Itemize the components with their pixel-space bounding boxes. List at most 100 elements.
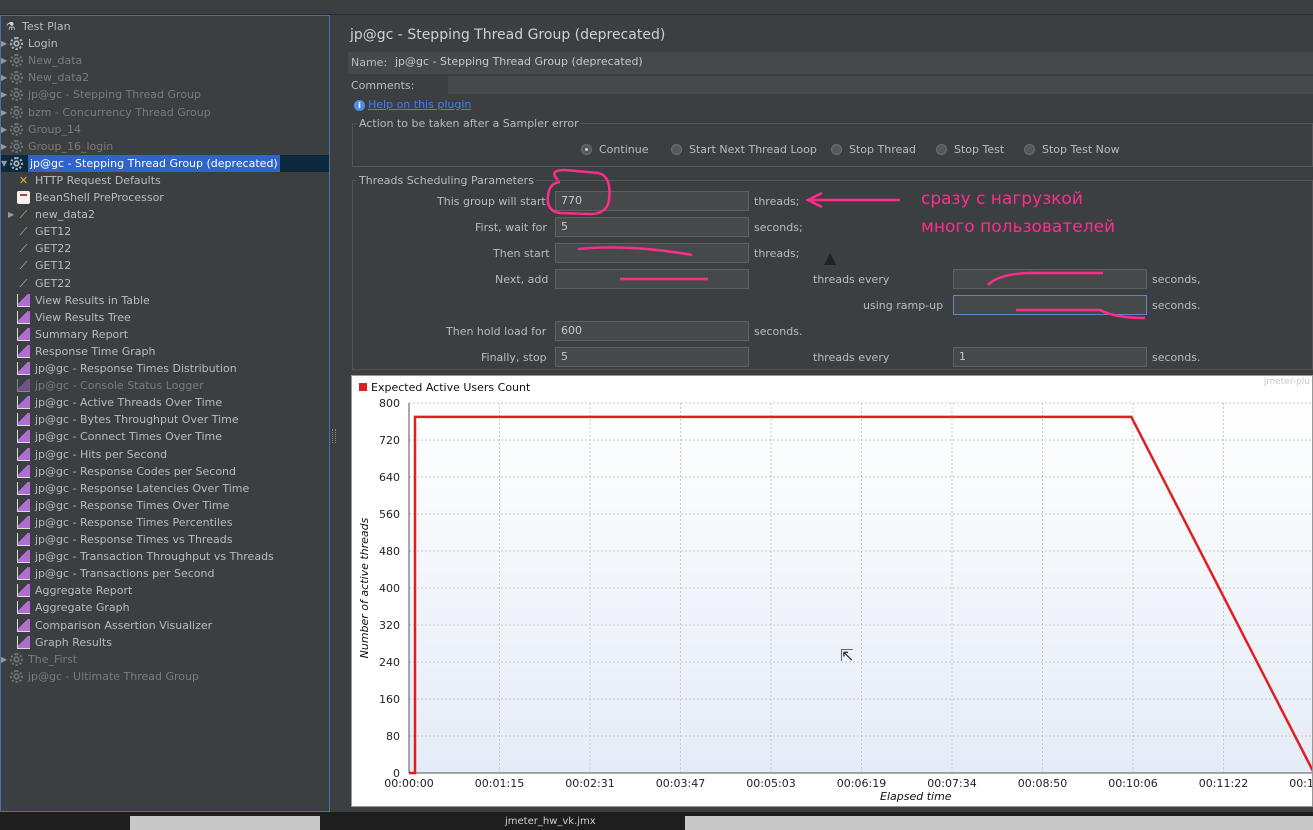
tree-item[interactable]: jp@gc - Console Status Logger bbox=[1, 377, 329, 394]
gear-icon bbox=[10, 88, 23, 102]
tree-item[interactable]: jp@gc - Ultimate Thread Group bbox=[1, 668, 329, 685]
collapsed-arrow-icon[interactable]: ▶ bbox=[1, 35, 7, 52]
tree-item[interactable]: ▶ Group_14 bbox=[1, 121, 329, 138]
radio-start-next-thread-loop[interactable] bbox=[671, 144, 682, 155]
tree-item[interactable]: ▶ Login bbox=[1, 35, 329, 52]
panel-title: jp@gc - Stepping Thread Group (deprecate… bbox=[350, 27, 666, 43]
test-plan-tree[interactable]: ⚗ Test Plan ▶ Login ▶ New_data ▶ New_data2 ▶ jp@g… bbox=[0, 15, 330, 812]
help-link[interactable]: Help on this plugin bbox=[368, 98, 471, 111]
tree-item[interactable]: jp@gc - Hits per Second bbox=[1, 446, 329, 463]
start-threads-input[interactable]: 770 bbox=[555, 191, 749, 211]
tree-item[interactable]: jp@gc - Response Times Percentiles bbox=[1, 514, 329, 531]
rampup-label: using ramp-up bbox=[863, 299, 944, 312]
radio-stop-thread[interactable] bbox=[831, 144, 842, 155]
hold-input[interactable]: 600 bbox=[555, 321, 749, 341]
radio-label[interactable]: Stop Thread bbox=[849, 143, 916, 156]
tree-item[interactable]: ⟋ GET22 bbox=[1, 275, 329, 292]
collapsed-arrow-icon[interactable]: ▶ bbox=[1, 138, 7, 155]
collapsed-arrow-icon[interactable]: ▶ bbox=[1, 104, 7, 121]
first-wait-label: First, wait for bbox=[475, 221, 547, 234]
tree-item-label: View Results Tree bbox=[35, 310, 131, 324]
tree-item[interactable]: jp@gc - Connect Times Over Time bbox=[1, 428, 329, 445]
tree-item[interactable]: Comparison Assertion Visualizer bbox=[1, 617, 329, 634]
radio-stop-test[interactable] bbox=[936, 144, 947, 155]
tree-item[interactable]: jp@gc - Bytes Throughput Over Time bbox=[1, 411, 329, 428]
collapsed-arrow-icon[interactable]: ▶ bbox=[1, 651, 7, 668]
expanded-arrow-icon[interactable]: ▼ bbox=[1, 155, 7, 172]
tree-item[interactable]: ⟋ GET22 bbox=[1, 240, 329, 257]
flask-icon: ⚗ bbox=[5, 20, 16, 33]
tree-item[interactable]: Aggregate Graph bbox=[1, 599, 329, 616]
tree-item[interactable]: ▶ The_First bbox=[1, 651, 329, 668]
tree-item[interactable]: jp@gc - Response Times vs Threads bbox=[1, 531, 329, 548]
radio-continue[interactable] bbox=[581, 144, 592, 155]
y-tick-label: 400 bbox=[379, 582, 400, 595]
tree-item[interactable]: jp@gc - Response Latencies Over Time bbox=[1, 480, 329, 497]
tree-item[interactable]: ▶ bzm - Concurrency Thread Group bbox=[1, 104, 329, 121]
tree-item[interactable]: ⟋ GET12 bbox=[1, 257, 329, 274]
tree-item[interactable]: ▶ Group_16_login bbox=[1, 138, 329, 155]
tree-item[interactable]: Aggregate Report bbox=[1, 582, 329, 599]
rampup-input[interactable] bbox=[953, 295, 1147, 315]
tree-item-label: Comparison Assertion Visualizer bbox=[35, 618, 213, 632]
tree-item[interactable]: Response Time Graph bbox=[1, 343, 329, 360]
taskbar-segment bbox=[130, 816, 320, 830]
tree-item[interactable]: ⟋ GET12 bbox=[1, 223, 329, 240]
finally-input[interactable]: 5 bbox=[555, 347, 749, 367]
next-add-every-input[interactable] bbox=[953, 269, 1147, 289]
tree-item-label: new_data2 bbox=[35, 208, 96, 222]
tree-item[interactable]: Summary Report bbox=[1, 326, 329, 343]
tree-item[interactable]: Graph Results bbox=[1, 634, 329, 651]
tree-item[interactable]: ▶ ⟋ new_data2 bbox=[1, 206, 329, 223]
tree-item[interactable]: BeanShell PreProcessor bbox=[1, 189, 329, 206]
radio-label[interactable]: Continue bbox=[599, 143, 648, 156]
collapsed-arrow-icon[interactable]: ▶ bbox=[1, 69, 7, 86]
y-tick-label: 320 bbox=[379, 619, 400, 632]
chart-svg: 08016024032040048056064072080000:00:00 00… bbox=[358, 377, 1312, 803]
tree-item-label: Group_16_login bbox=[28, 139, 114, 153]
radio-label[interactable]: Start Next Thread Loop bbox=[689, 143, 817, 156]
radio-label[interactable]: Stop Test bbox=[954, 143, 1004, 156]
tree-item[interactable]: ✕ HTTP Request Defaults bbox=[1, 172, 329, 189]
tree-item[interactable]: jp@gc - Active Threads Over Time bbox=[1, 394, 329, 411]
graph-icon bbox=[17, 635, 30, 649]
tree-item[interactable]: View Results in Table bbox=[1, 292, 329, 309]
radio-stop-test-now[interactable] bbox=[1024, 144, 1035, 155]
tree-item[interactable]: ▶ jp@gc - Stepping Thread Group bbox=[1, 86, 329, 103]
then-start-input[interactable] bbox=[555, 243, 749, 263]
radio-label[interactable]: Stop Test Now bbox=[1042, 143, 1120, 156]
name-input[interactable]: jp@gc - Stepping Thread Group (deprecate… bbox=[390, 53, 1313, 73]
tree-item[interactable]: jp@gc - Transactions per Second bbox=[1, 565, 329, 582]
tree-item[interactable]: ⚗ Test Plan bbox=[1, 18, 329, 35]
next-add-input[interactable] bbox=[555, 269, 749, 289]
tree-item[interactable]: ▼ jp@gc - Stepping Thread Group (deprecat… bbox=[1, 154, 329, 172]
wand-icon: ⟋ bbox=[19, 225, 28, 239]
comments-label: Comments: bbox=[351, 79, 415, 92]
tree-item-label: Group_14 bbox=[28, 122, 81, 136]
tree-item[interactable]: jp@gc - Response Times Distribution bbox=[1, 360, 329, 377]
tree-item-label: Aggregate Report bbox=[35, 584, 133, 598]
seconds-unit-1: seconds; bbox=[754, 221, 803, 234]
pane-splitter[interactable] bbox=[330, 15, 338, 812]
y-axis-label: Number of active threads bbox=[358, 517, 371, 658]
tree-item-label: jp@gc - Connect Times Over Time bbox=[35, 430, 223, 444]
tree-item[interactable]: jp@gc - Transaction Throughput vs Thread… bbox=[1, 548, 329, 565]
splitter-grip[interactable] bbox=[332, 429, 336, 443]
file-tab[interactable]: jmeter_hw_vk.jmx bbox=[505, 816, 596, 827]
comments-input[interactable] bbox=[448, 76, 1313, 94]
plot-area bbox=[409, 403, 1312, 773]
tree-item[interactable]: ▶ New_data2 bbox=[1, 69, 329, 86]
tree-item[interactable]: View Results Tree bbox=[1, 309, 329, 326]
collapsed-arrow-icon[interactable]: ▶ bbox=[1, 121, 7, 138]
gear-icon bbox=[10, 652, 23, 666]
collapsed-arrow-icon[interactable]: ▶ bbox=[1, 86, 7, 103]
threads-unit-1: threads; bbox=[754, 195, 800, 208]
tree-item[interactable]: ▶ New_data bbox=[1, 52, 329, 69]
tree-item[interactable]: jp@gc - Response Codes per Second bbox=[1, 463, 329, 480]
collapsed-arrow-icon[interactable]: ▶ bbox=[1, 52, 7, 69]
finally-every-input[interactable]: 1 bbox=[953, 347, 1147, 367]
collapsed-arrow-icon[interactable]: ▶ bbox=[8, 206, 14, 223]
tree-item[interactable]: jp@gc - Response Times Over Time bbox=[1, 497, 329, 514]
graph-icon bbox=[17, 618, 30, 632]
first-wait-input[interactable]: 5 bbox=[555, 217, 749, 237]
